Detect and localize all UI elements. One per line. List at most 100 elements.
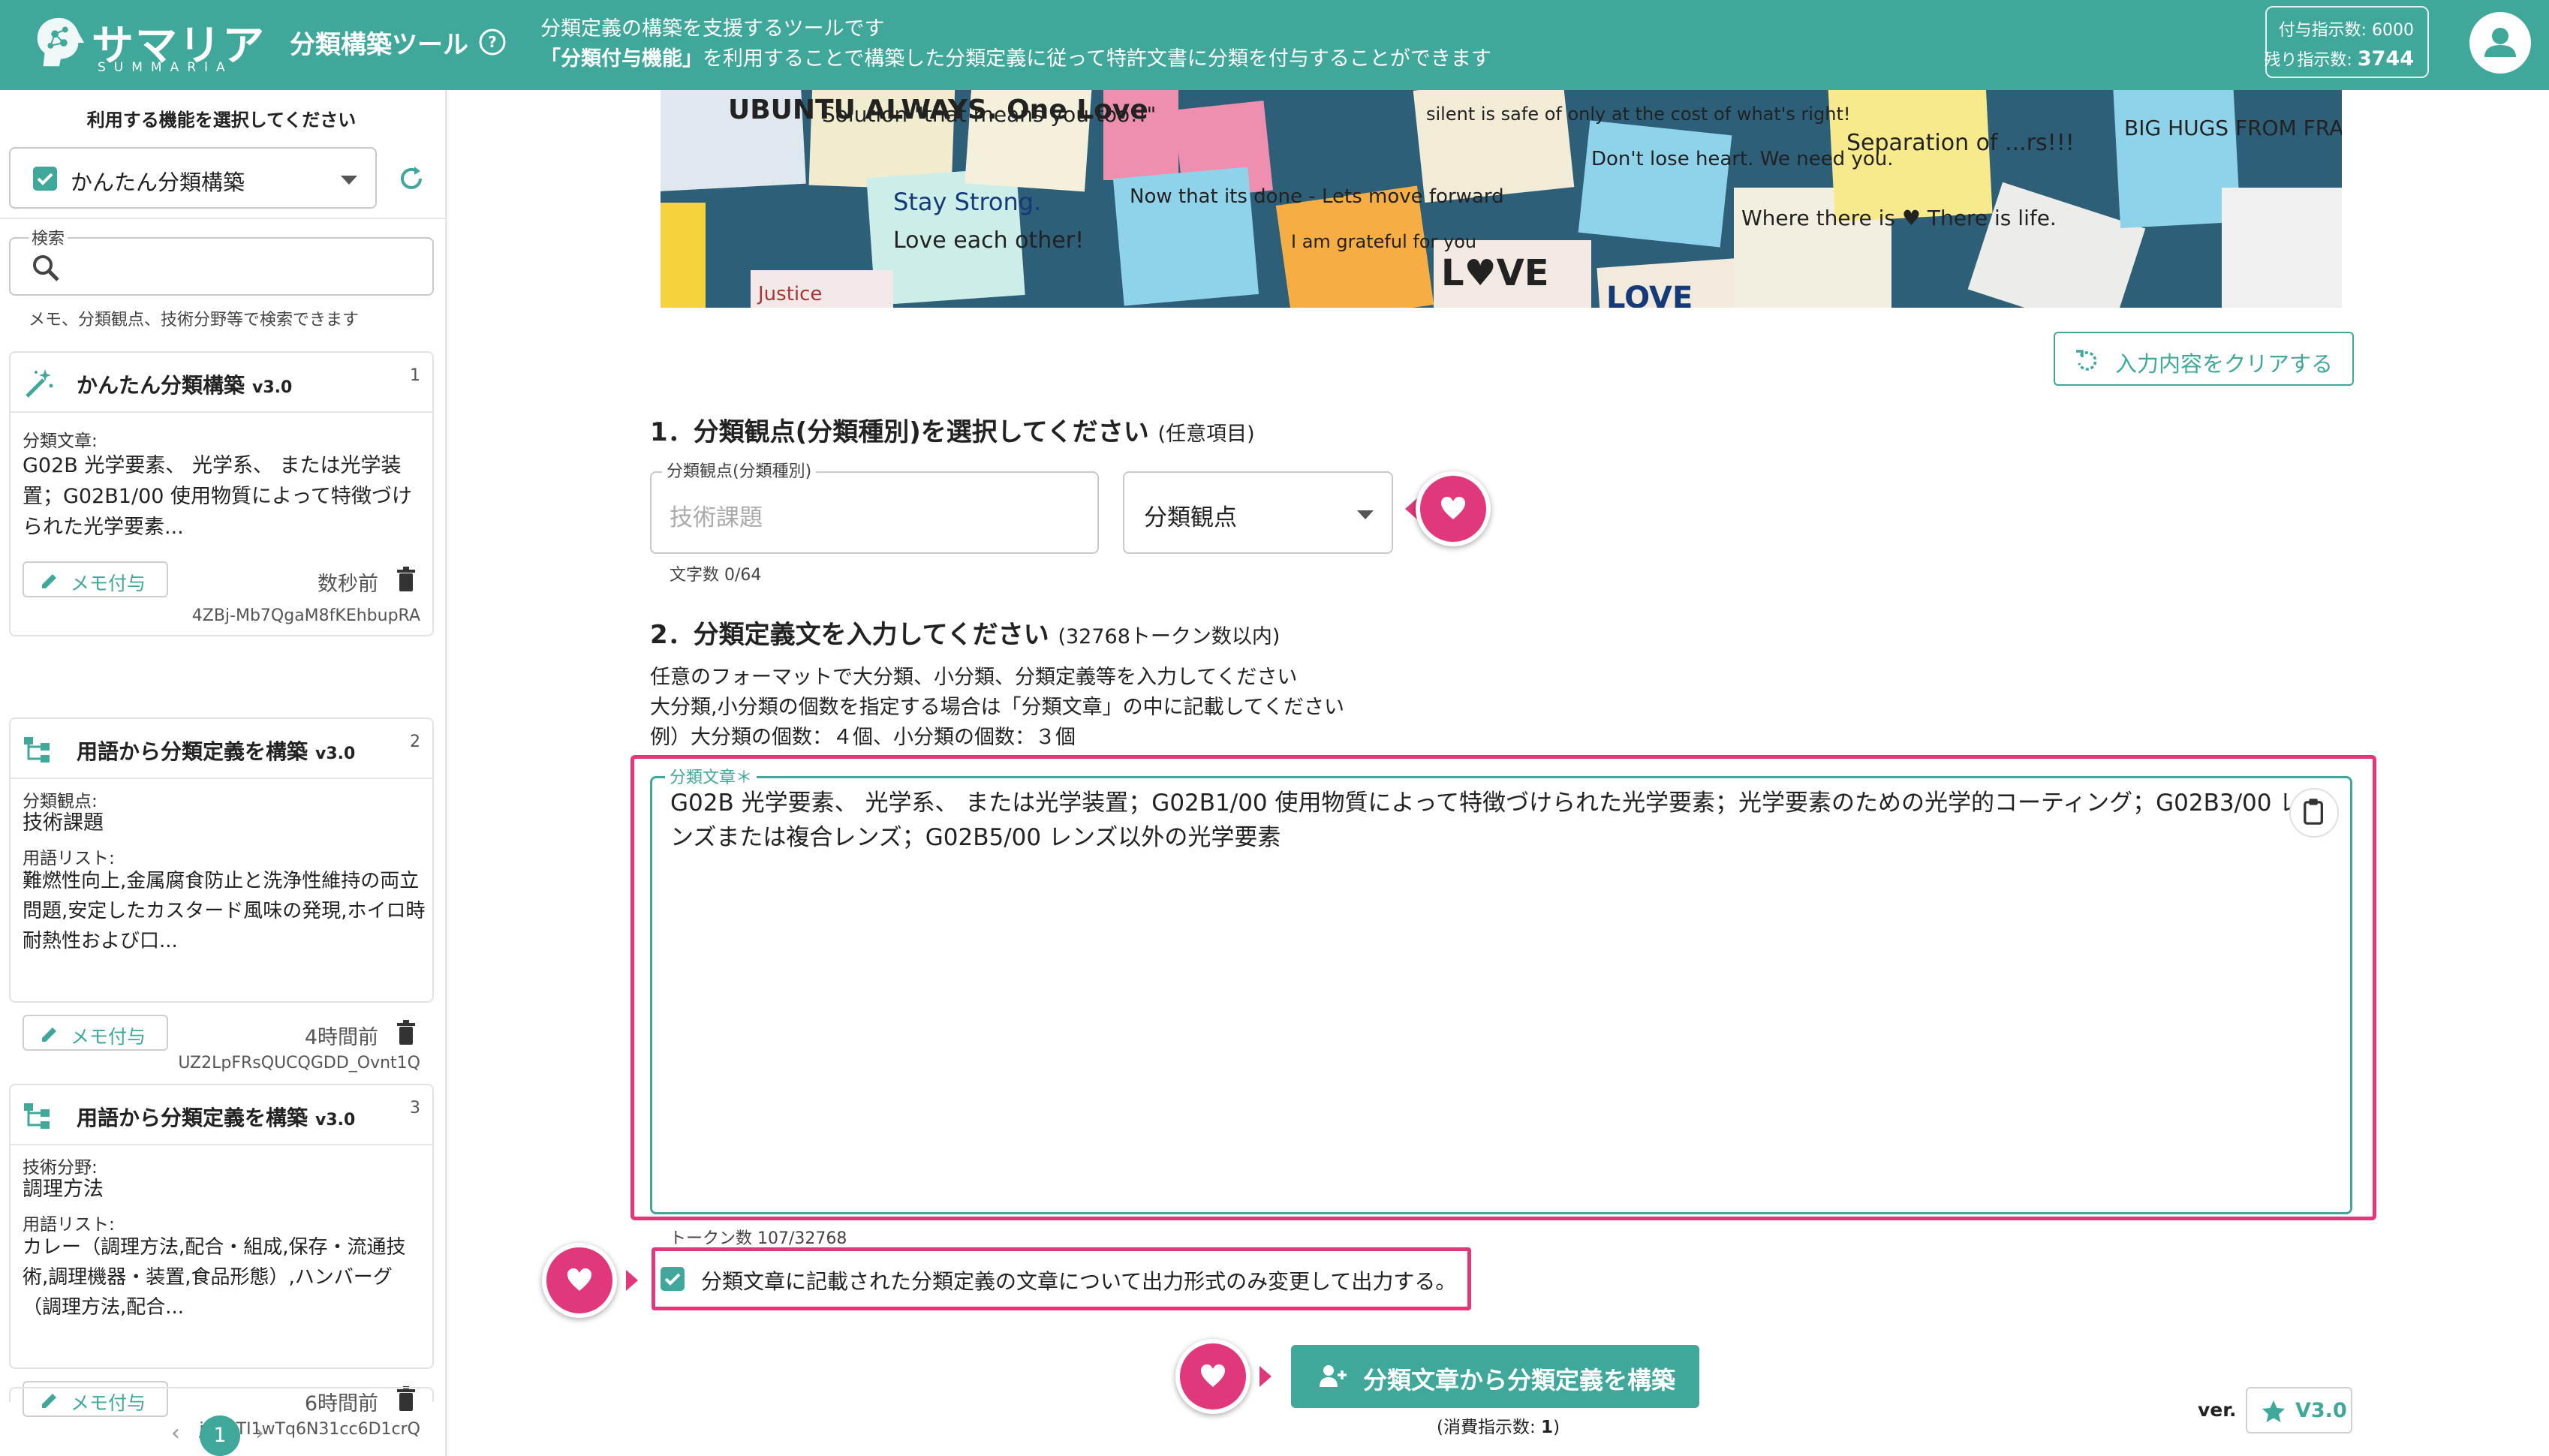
quota-remaining-label: 残り指示数: xyxy=(2264,51,2352,70)
memo-button[interactable]: メモ付与 xyxy=(23,1015,168,1051)
card-title-text: 用語から分類定義を構築 xyxy=(77,1106,308,1130)
classification-view-label: 分類観点(分類種別) xyxy=(662,458,817,482)
section1-title: 1．分類観点(分類種別)を選択してください (任意項目) xyxy=(650,411,1255,448)
help-icon[interactable]: ? xyxy=(477,27,507,57)
quota-box: 付与指示数: 6000 残り指示数: 3744 xyxy=(2264,6,2429,78)
user-icon xyxy=(2484,28,2516,57)
card-time: 数秒前 xyxy=(317,573,378,596)
section2-description: 任意のフォーマットで大分類、小分類、分類定義等を入力してください xyxy=(650,666,1298,689)
banner-note-text: L♥VE xyxy=(1441,252,1549,294)
card-version: v3.0 xyxy=(315,1111,356,1130)
memo-button-label: メモ付与 xyxy=(71,1026,146,1048)
magic-wand-icon xyxy=(26,369,53,398)
banner-note-text: Solution "that means you too!!" xyxy=(822,102,1156,127)
classification-view-input[interactable]: 技術課題 xyxy=(650,471,1099,554)
card-field-value: G02B 光学要素、 光学系、 または光学装置；G02B1/00 使用物質によっ… xyxy=(23,454,412,539)
card-field-label: 分類文章: xyxy=(23,432,98,451)
refresh-icon[interactable] xyxy=(395,162,428,195)
logo[interactable]: サマリア SUMMARIA xyxy=(30,11,264,78)
clear-input-button[interactable]: 入力内容をクリアする xyxy=(2054,332,2354,386)
card-field-value: 難燃性向上,金属腐食防止と洗浄性維持の両立問題,安定したカスタード風味の発現,ホ… xyxy=(23,870,426,952)
pagination-current[interactable]: 1 xyxy=(200,1415,240,1456)
banner-note-text: Separation of ...rs!!! xyxy=(1846,130,2075,156)
banner-note-text: Now that its done - Lets move forward xyxy=(1130,185,1504,208)
checkmark-icon xyxy=(664,1273,681,1286)
version-value: V3.0 xyxy=(2295,1399,2347,1422)
function-select[interactable]: かんたん分類構築 xyxy=(9,147,377,209)
banner-note-text: Stay Strong. xyxy=(893,188,1041,216)
card-index: 1 xyxy=(410,366,420,385)
banner-image: UBUNTU ALWAYS. One Love Solution "that m… xyxy=(661,90,2342,308)
classification-text-label: 分類文章＊ xyxy=(665,764,757,788)
classification-text-input[interactable]: G02B 光学要素、 光学系、 または光学装置；G02B1/00 使用物質によっ… xyxy=(650,776,2352,1214)
card-field-value: 技術課題 xyxy=(23,811,104,835)
classification-view-select[interactable]: 分類観点 xyxy=(1123,471,1393,554)
history-card[interactable]: かんたん分類構築 v3.0 1 分類文章: G02B 光学要素、 光学系、 または… xyxy=(9,351,434,636)
card-field-value: カレー（調理方法,配合・組成,保存・流通技術,調理機器・装置,食品形態）,ハンバ… xyxy=(23,1236,406,1319)
build-definition-label: 分類文章から分類定義を構築 xyxy=(1363,1366,1676,1394)
banner-note-text: LOVE xyxy=(1606,281,1693,308)
card-title: かんたん分類構築 v3.0 xyxy=(77,369,292,399)
banner-note-text: Love each other! xyxy=(893,227,1084,254)
banner-note-text: silent is safe of only at the cost of wh… xyxy=(1426,104,1851,125)
classification-view-select-value: 分類観点 xyxy=(1144,504,1237,531)
format-only-checkbox[interactable] xyxy=(661,1267,685,1291)
svg-text:?: ? xyxy=(488,33,497,51)
trash-icon[interactable] xyxy=(393,566,419,593)
card-field-value: 調理方法 xyxy=(23,1178,104,1201)
card-divider xyxy=(11,411,432,413)
tree-structure-icon xyxy=(24,737,50,763)
clipboard-icon xyxy=(2304,799,2323,825)
user-plus-icon xyxy=(1320,1365,1347,1387)
checkbox-icon xyxy=(33,167,57,191)
search-input[interactable] xyxy=(9,237,434,296)
version-label: ver. xyxy=(2198,1399,2237,1421)
history-card[interactable]: 用語から分類定義を構築 v3.0 2 分類観点: 技術課題 用語リスト: 難燃性向… xyxy=(9,717,434,1072)
search-label: 検索 xyxy=(29,225,68,249)
section2-description: 例）大分類の個数：４個、小分類の個数：３個 xyxy=(650,726,1076,749)
usage-count: (消費指示数: 1) xyxy=(1437,1412,1560,1438)
history-card[interactable]: 用語から分類定義を構築 v3.0 3 技術分野: 調理方法 用語リスト: カレー（… xyxy=(9,1084,434,1439)
reset-icon xyxy=(2076,350,2097,371)
history-card-partial xyxy=(9,1387,434,1402)
card-title: 用語から分類定義を構築 v3.0 xyxy=(77,1102,355,1132)
pagination-prev[interactable]: ‹ xyxy=(171,1420,180,1446)
section2-title-text: 2．分類定義文を入力してください xyxy=(650,620,1049,650)
pagination-next[interactable]: › xyxy=(255,1420,264,1446)
usage-label: (消費指示数: xyxy=(1437,1418,1536,1437)
card-index: 2 xyxy=(410,733,420,751)
banner-note-text: Justice xyxy=(757,283,822,305)
sidebar-divider xyxy=(0,218,445,219)
section1-note: (任意項目) xyxy=(1157,423,1255,446)
section2-description: 大分類,小分類の個数を指定する場合は「分類文章」の中に記載してください xyxy=(650,696,1344,719)
classification-text-value: G02B 光学要素、 光学系、 または光学装置；G02B1/00 使用物質によっ… xyxy=(670,790,2303,851)
trash-icon[interactable] xyxy=(393,1019,419,1046)
quota-remaining: 残り指示数: 3744 xyxy=(2264,47,2414,71)
memo-button[interactable]: メモ付与 xyxy=(23,561,168,597)
build-definition-button[interactable]: 分類文章から分類定義を構築 xyxy=(1291,1345,1699,1408)
search-help-text: メモ、分類観点、技術分野等で検索できます xyxy=(29,311,360,329)
card-id: 4ZBj-Mb7QgaM8fKEhbupRA xyxy=(191,606,420,625)
banner-note-text: Where there is ♥ There is life. xyxy=(1741,206,2057,230)
app-header: サマリア SUMMARIA 分類構築ツール ? 分類定義の構築を支援するツールで… xyxy=(0,0,2549,90)
header-description-1: 分類定義の構築を支援するツールです xyxy=(540,17,885,41)
section2-title: 2．分類定義文を入力してください (32768トークン数以内) xyxy=(650,614,1280,651)
version-button[interactable]: V3.0 xyxy=(2246,1387,2352,1433)
section1-title-text: 1．分類観点(分類種別)を選択してください xyxy=(650,417,1149,447)
pencil-icon xyxy=(42,574,56,588)
card-time: 4時間前 xyxy=(304,1026,378,1049)
highlight-heart-icon xyxy=(542,1243,617,1318)
card-divider xyxy=(11,1144,432,1145)
format-only-checkbox-label[interactable]: 分類文章に記載された分類定義の文章について出力形式のみ変更して出力する。 xyxy=(701,1265,1456,1295)
card-field-label: 用語リスト: xyxy=(23,1215,115,1235)
function-select-value: かんたん分類構築 xyxy=(71,170,245,195)
card-id: UZ2LpFRsQUCQGDD_Ovnt1Q xyxy=(178,1054,420,1072)
quota-remaining-value: 3744 xyxy=(2357,47,2414,71)
paste-button[interactable] xyxy=(2289,788,2339,838)
user-account-button[interactable] xyxy=(2469,12,2531,74)
highlight-pointer xyxy=(1259,1366,1271,1387)
banner-note-text: BIG HUGS FROM FRANCE xyxy=(2124,116,2342,140)
sidebar-title: 利用する機能を選択してください xyxy=(86,110,357,131)
pencil-icon xyxy=(42,1027,56,1042)
card-field-label: 用語リスト: xyxy=(23,849,115,868)
